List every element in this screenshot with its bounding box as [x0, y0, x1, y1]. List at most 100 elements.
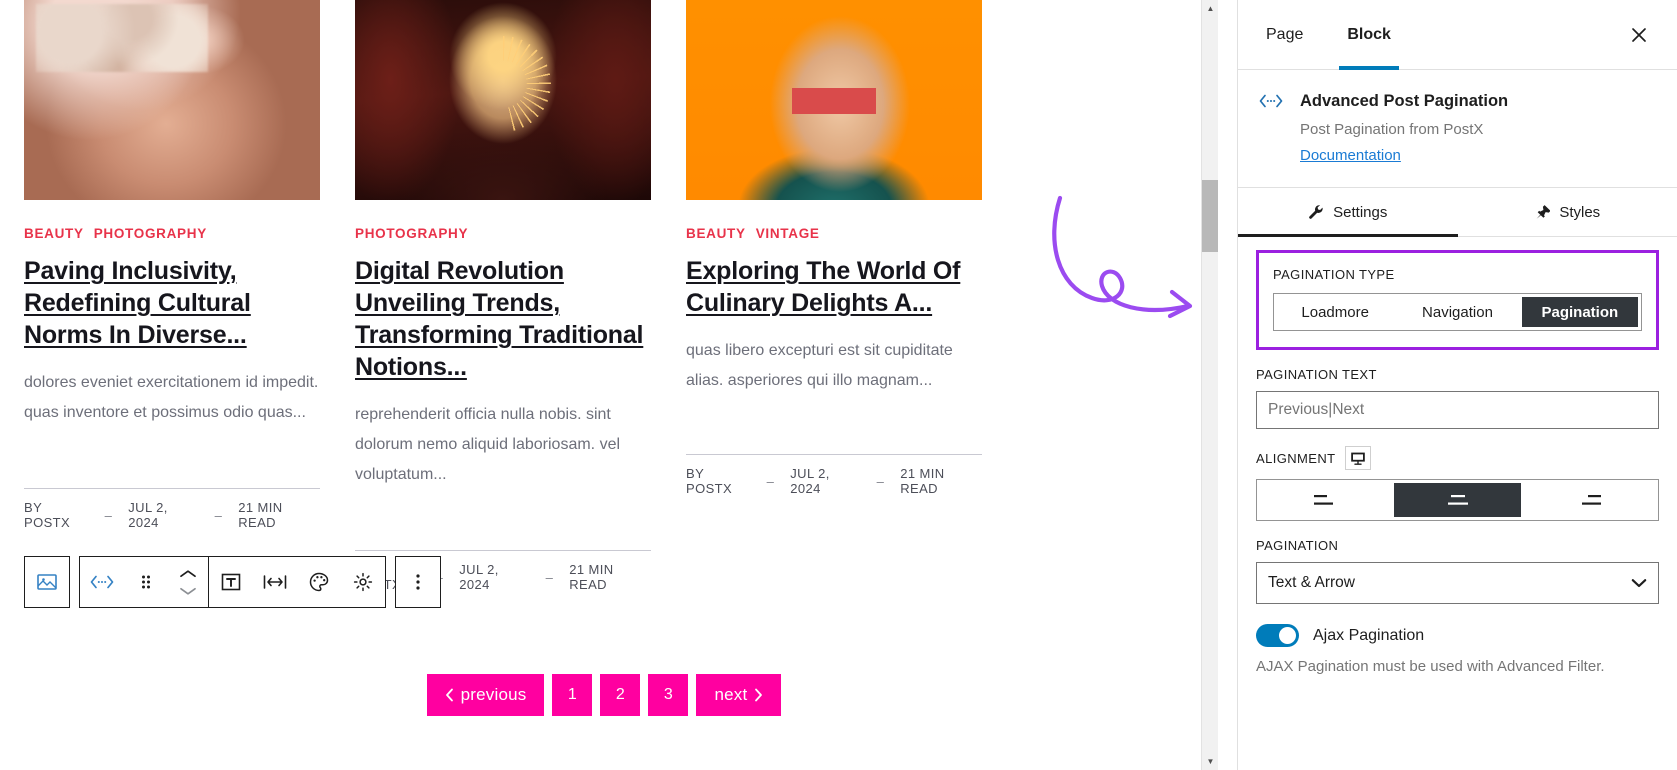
block-info-panel: Advanced Post Pagination Post Pagination…: [1238, 70, 1677, 188]
chevron-up-icon[interactable]: [179, 569, 197, 579]
post-title[interactable]: Digital Revolution Unveiling Trends, Tra…: [355, 255, 651, 383]
pagination-page-label: 1: [567, 686, 577, 703]
sidebar-content: PAGINATION TYPE Loadmore Navigation Pagi…: [1238, 237, 1677, 770]
text-format-button[interactable]: [209, 557, 253, 607]
post-readtime: 21 MIN READ: [900, 466, 945, 496]
block-info-text: Advanced Post Pagination Post Pagination…: [1300, 90, 1508, 165]
post-category[interactable]: BEAUTY: [24, 226, 84, 241]
sidebar-subtabs: Settings Styles: [1238, 188, 1677, 237]
alignment-segmented: [1256, 479, 1659, 521]
toolbar-group-block-type: [24, 556, 70, 608]
alignment-label: ALIGNMENT: [1256, 450, 1336, 466]
post-pagination-block-button[interactable]: [80, 557, 124, 607]
block-toolbar[interactable]: [24, 556, 441, 608]
pagination-text-input[interactable]: [1256, 391, 1659, 429]
chevron-right-icon: [755, 688, 763, 702]
subtab-settings-label: Settings: [1333, 203, 1388, 221]
block-title: Advanced Post Pagination: [1300, 92, 1509, 110]
pagination-type-pagination[interactable]: Pagination: [1521, 297, 1638, 327]
scroll-down-arrow[interactable]: ▼: [1202, 753, 1218, 770]
subtab-settings[interactable]: Settings: [1238, 188, 1458, 237]
ajax-pagination-label: Ajax Pagination: [1313, 626, 1425, 644]
gear-icon: [353, 572, 373, 592]
pagination-next-button[interactable]: next: [696, 674, 782, 716]
meta-separator: –: [876, 473, 885, 489]
post-card[interactable]: PHOTOGRAPHY Digital Revolution Unveiling…: [355, 0, 651, 592]
post-category[interactable]: BEAUTY: [686, 226, 746, 241]
pagination-page-2[interactable]: 2: [600, 674, 641, 716]
post-author: BY POSTX: [686, 466, 733, 496]
wrench-icon: [1309, 205, 1323, 219]
post-thumbnail-image: [355, 0, 651, 200]
post-thumbnail[interactable]: [686, 0, 982, 200]
post-category[interactable]: PHOTOGRAPHY: [355, 226, 468, 241]
tab-page-label: Page: [1266, 25, 1304, 43]
color-palette-button[interactable]: [297, 557, 341, 607]
drag-handle-button[interactable]: [124, 557, 168, 607]
settings-gear-button[interactable]: [341, 557, 385, 607]
post-excerpt: dolores eveniet exercitationem id impedi…: [24, 374, 319, 421]
device-preview-button[interactable]: [1345, 446, 1372, 470]
pagination-style-label: PAGINATION: [1256, 538, 1339, 553]
move-block-buttons[interactable]: [168, 557, 208, 607]
settings-sidebar: Page Block Advanced Post Pagination Post…: [1237, 0, 1677, 770]
image-block-icon: [37, 574, 57, 590]
drag-handle-icon: [142, 575, 150, 589]
documentation-link[interactable]: Documentation: [1300, 147, 1401, 164]
pagination-type-loadmore-label: Loadmore: [1301, 303, 1369, 321]
subtab-styles[interactable]: Styles: [1458, 188, 1677, 236]
pagination-type-pagination-label: Pagination: [1541, 303, 1619, 321]
scroll-up-arrow[interactable]: ▲: [1202, 0, 1218, 17]
pagination-previous-button[interactable]: previous: [426, 674, 545, 716]
align-center-button[interactable]: [1393, 483, 1522, 517]
toolbar-group-main: [79, 556, 386, 608]
meta-separator: –: [545, 569, 554, 585]
desktop-icon: [1351, 452, 1366, 465]
pagination-style-value: Text & Arrow: [1268, 574, 1355, 591]
tab-page[interactable]: Page: [1258, 0, 1311, 70]
align-left-button[interactable]: [1260, 483, 1388, 517]
post-thumbnail[interactable]: [24, 0, 320, 200]
pagination-page-label: 2: [615, 686, 625, 703]
pagination-type-navigation[interactable]: Navigation: [1399, 297, 1515, 327]
post-meta: BY POSTX – JUL 2, 2024 – 21 MIN READ: [686, 454, 982, 496]
more-options-vertical-icon: [416, 574, 420, 590]
canvas-scrollbar[interactable]: ▲ ▼: [1201, 0, 1218, 770]
post-thumbnail-image: [686, 0, 982, 200]
pagination-style-select[interactable]: Text & Arrow: [1256, 562, 1659, 604]
post-thumbnail[interactable]: [355, 0, 651, 200]
pagination-page-1[interactable]: 1: [552, 674, 593, 716]
align-right-icon: [1582, 495, 1602, 505]
post-readtime: 21 MIN READ: [569, 562, 614, 592]
tab-block[interactable]: Block: [1339, 0, 1399, 70]
pagination-style-select-wrapper: Text & Arrow: [1256, 562, 1659, 604]
width-button[interactable]: [253, 557, 297, 607]
block-type-image-button[interactable]: [25, 557, 69, 607]
post-card[interactable]: BEAUTY PHOTOGRAPHY Paving Inclusivity, R…: [24, 0, 320, 592]
close-sidebar-button[interactable]: [1621, 17, 1657, 53]
align-center-icon: [1447, 495, 1468, 505]
block-description: Post Pagination from PostX: [1300, 121, 1484, 138]
pagination-page-3[interactable]: 3: [648, 674, 689, 716]
post-thumbnail-image: [24, 0, 320, 200]
post-category[interactable]: PHOTOGRAPHY: [94, 226, 207, 241]
post-title[interactable]: Paving Inclusivity, Redefining Cultural …: [24, 255, 320, 351]
code-angle-brackets-icon: [90, 575, 114, 589]
post-pagination[interactable]: previous 1 2 3 next: [24, 674, 1184, 716]
alignment-label-row: ALIGNMENT: [1256, 446, 1659, 470]
ajax-pagination-toggle[interactable]: [1256, 624, 1299, 647]
code-angle-brackets-icon: [1259, 94, 1283, 108]
meta-separator: –: [766, 473, 775, 489]
chevron-left-icon: [445, 688, 453, 702]
sidebar-tabs: Page Block: [1238, 0, 1677, 70]
scrollbar-thumb[interactable]: [1202, 180, 1218, 252]
pagination-type-loadmore[interactable]: Loadmore: [1277, 297, 1393, 327]
post-card[interactable]: BEAUTY VINTAGE Exploring The World Of Cu…: [686, 0, 982, 592]
post-title[interactable]: Exploring The World Of Culinary Delights…: [686, 255, 982, 319]
chevron-down-icon[interactable]: [179, 586, 197, 596]
post-category[interactable]: VINTAGE: [756, 226, 820, 241]
more-options-button[interactable]: [396, 557, 440, 607]
tab-block-label: Block: [1347, 25, 1391, 43]
align-right-button[interactable]: [1527, 483, 1655, 517]
align-left-icon: [1313, 495, 1333, 505]
